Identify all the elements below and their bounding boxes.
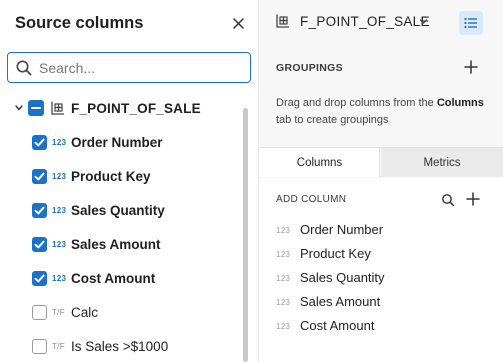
checkmark-icon — [34, 274, 45, 283]
chevron-down-icon[interactable] — [14, 102, 24, 114]
selected-column-row[interactable]: 123 Cost Amount — [276, 317, 476, 337]
checkmark-icon — [34, 138, 45, 147]
column-checkbox[interactable] — [32, 339, 47, 354]
search-field[interactable] — [7, 52, 251, 83]
chevron-down-icon[interactable] — [419, 17, 428, 26]
column-checkbox[interactable] — [32, 135, 47, 150]
column-checkbox[interactable] — [32, 305, 47, 320]
numeric-type-icon: 123 — [276, 226, 291, 235]
add-column-header: ADD COLUMN — [276, 194, 347, 205]
plus-icon[interactable] — [466, 192, 480, 206]
source-columns-title: Source columns — [15, 14, 144, 32]
groupings-hint-suffix: tab to create groupings — [276, 114, 389, 126]
numeric-type-icon: 123 — [52, 172, 67, 181]
search-input[interactable] — [39, 57, 244, 78]
tree-root-label: F_POINT_OF_SALE — [71, 101, 201, 116]
tree-scrollbar[interactable] — [243, 108, 248, 362]
list-icon — [464, 17, 477, 29]
config-header: F_POINT_OF_SALE — [260, 0, 503, 44]
boolean-type-icon: T/F — [52, 342, 65, 351]
column-label: Is Sales >$1000 — [71, 339, 169, 354]
groupings-header: GROUPINGS — [276, 62, 343, 74]
selected-column-row[interactable]: 123 Sales Amount — [276, 293, 476, 313]
selected-column-label: Order Number — [300, 222, 384, 237]
groupings-hint-prefix: Drag and drop columns from the — [276, 97, 434, 109]
source-column-row[interactable]: 123 Sales Quantity — [0, 200, 240, 222]
source-column-row[interactable]: 123 Sales Amount — [0, 234, 240, 256]
column-checkbox[interactable] — [32, 271, 47, 286]
selected-column-row[interactable]: 123 Sales Quantity — [276, 269, 476, 289]
column-label: Cost Amount — [71, 271, 156, 286]
source-column-row[interactable]: T/F Is Sales >$1000 — [0, 336, 240, 358]
plus-icon[interactable] — [464, 60, 478, 74]
config-tabs: Columns Metrics — [260, 147, 503, 177]
source-column-row[interactable]: 123 Order Number — [0, 132, 240, 154]
numeric-type-icon: 123 — [52, 274, 67, 283]
groupings-hint: Drag and drop columns from the Columns t… — [276, 95, 486, 129]
source-column-row[interactable]: 123 Cost Amount — [0, 268, 240, 290]
close-icon — [232, 17, 244, 29]
selected-column-label: Sales Quantity — [300, 270, 385, 285]
column-checkbox[interactable] — [32, 237, 47, 252]
search-icon — [16, 60, 32, 76]
source-column-row[interactable]: 123 Product Key — [0, 166, 240, 188]
column-checkbox[interactable] — [32, 169, 47, 184]
source-columns-panel: Source columns F_POINT_O — [0, 0, 259, 362]
selected-column-label: Sales Amount — [300, 294, 381, 309]
table-select-checkbox[interactable] — [28, 100, 44, 116]
column-label: Order Number — [71, 135, 163, 150]
source-table-name[interactable]: F_POINT_OF_SALE — [300, 14, 430, 29]
source-column-row[interactable]: T/F Calc — [0, 302, 240, 324]
selected-column-label: Cost Amount — [300, 318, 375, 333]
boolean-type-icon: T/F — [52, 308, 65, 317]
tab-columns[interactable]: Columns — [260, 148, 380, 177]
checkmark-icon — [34, 240, 45, 249]
selected-column-label: Product Key — [300, 246, 371, 261]
selected-column-row[interactable]: 123 Product Key — [276, 245, 476, 265]
checkmark-icon — [34, 206, 45, 215]
column-label: Sales Quantity — [71, 203, 165, 218]
column-label: Product Key — [71, 169, 151, 184]
search-icon[interactable] — [441, 193, 455, 207]
list-view-button[interactable] — [459, 11, 483, 35]
source-columns-header: Source columns — [0, 0, 259, 46]
numeric-type-icon: 123 — [52, 206, 67, 215]
close-button[interactable] — [229, 14, 247, 32]
tree-root-table[interactable]: F_POINT_OF_SALE — [0, 98, 240, 120]
numeric-type-icon: 123 — [276, 298, 291, 307]
groupings-hint-columns: Columns — [436, 97, 484, 109]
source-column-tree: F_POINT_OF_SALE 123 Order Number 123 Pro… — [0, 92, 259, 362]
numeric-type-icon: 123 — [276, 322, 291, 331]
column-checkbox[interactable] — [32, 203, 47, 218]
table-icon — [276, 14, 289, 28]
numeric-type-icon: 123 — [52, 240, 67, 249]
numeric-type-icon: 123 — [276, 274, 291, 283]
selected-column-row[interactable]: 123 Order Number — [276, 221, 476, 241]
table-icon — [51, 101, 64, 115]
numeric-type-icon: 123 — [52, 138, 67, 147]
columns-tab-body: ADD COLUMN 123 Order Number 123 Product … — [260, 178, 503, 362]
column-label: Calc — [71, 305, 99, 320]
element-config-panel: F_POINT_OF_SALE GROUPINGS Drag and drop … — [260, 0, 503, 362]
tab-metrics[interactable]: Metrics — [381, 148, 503, 177]
numeric-type-icon: 123 — [276, 250, 291, 259]
column-label: Sales Amount — [71, 237, 161, 252]
checkmark-icon — [34, 172, 45, 181]
